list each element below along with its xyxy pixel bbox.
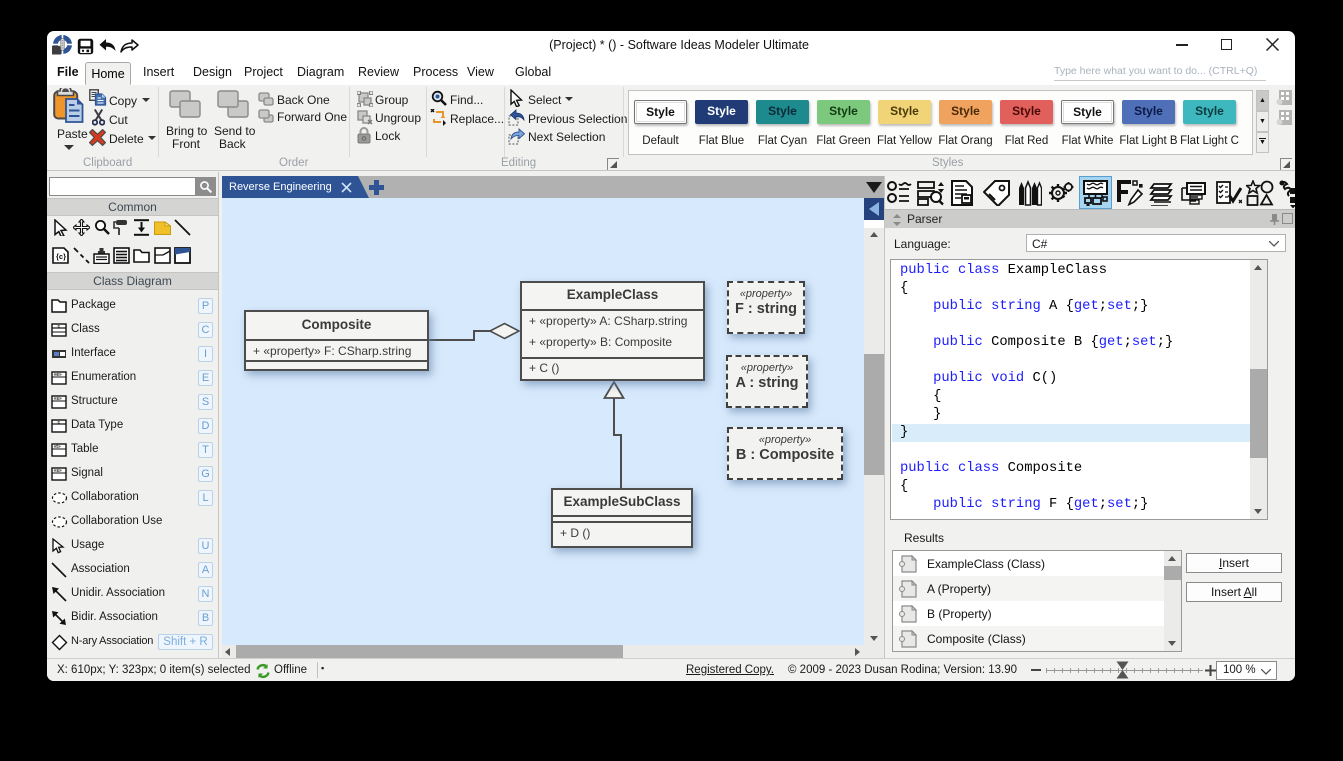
svg-text:«s»: «s» — [54, 396, 63, 402]
svg-text:¯c¯: ¯c¯ — [54, 323, 63, 329]
svg-text:«s»: «s» — [54, 468, 63, 474]
svg-text:¯c¯: ¯c¯ — [54, 419, 63, 425]
svg-text:«e»: «e» — [54, 372, 63, 378]
svg-text:«t»: «t» — [54, 444, 61, 450]
svg-text:{c}: {c} — [56, 252, 66, 261]
